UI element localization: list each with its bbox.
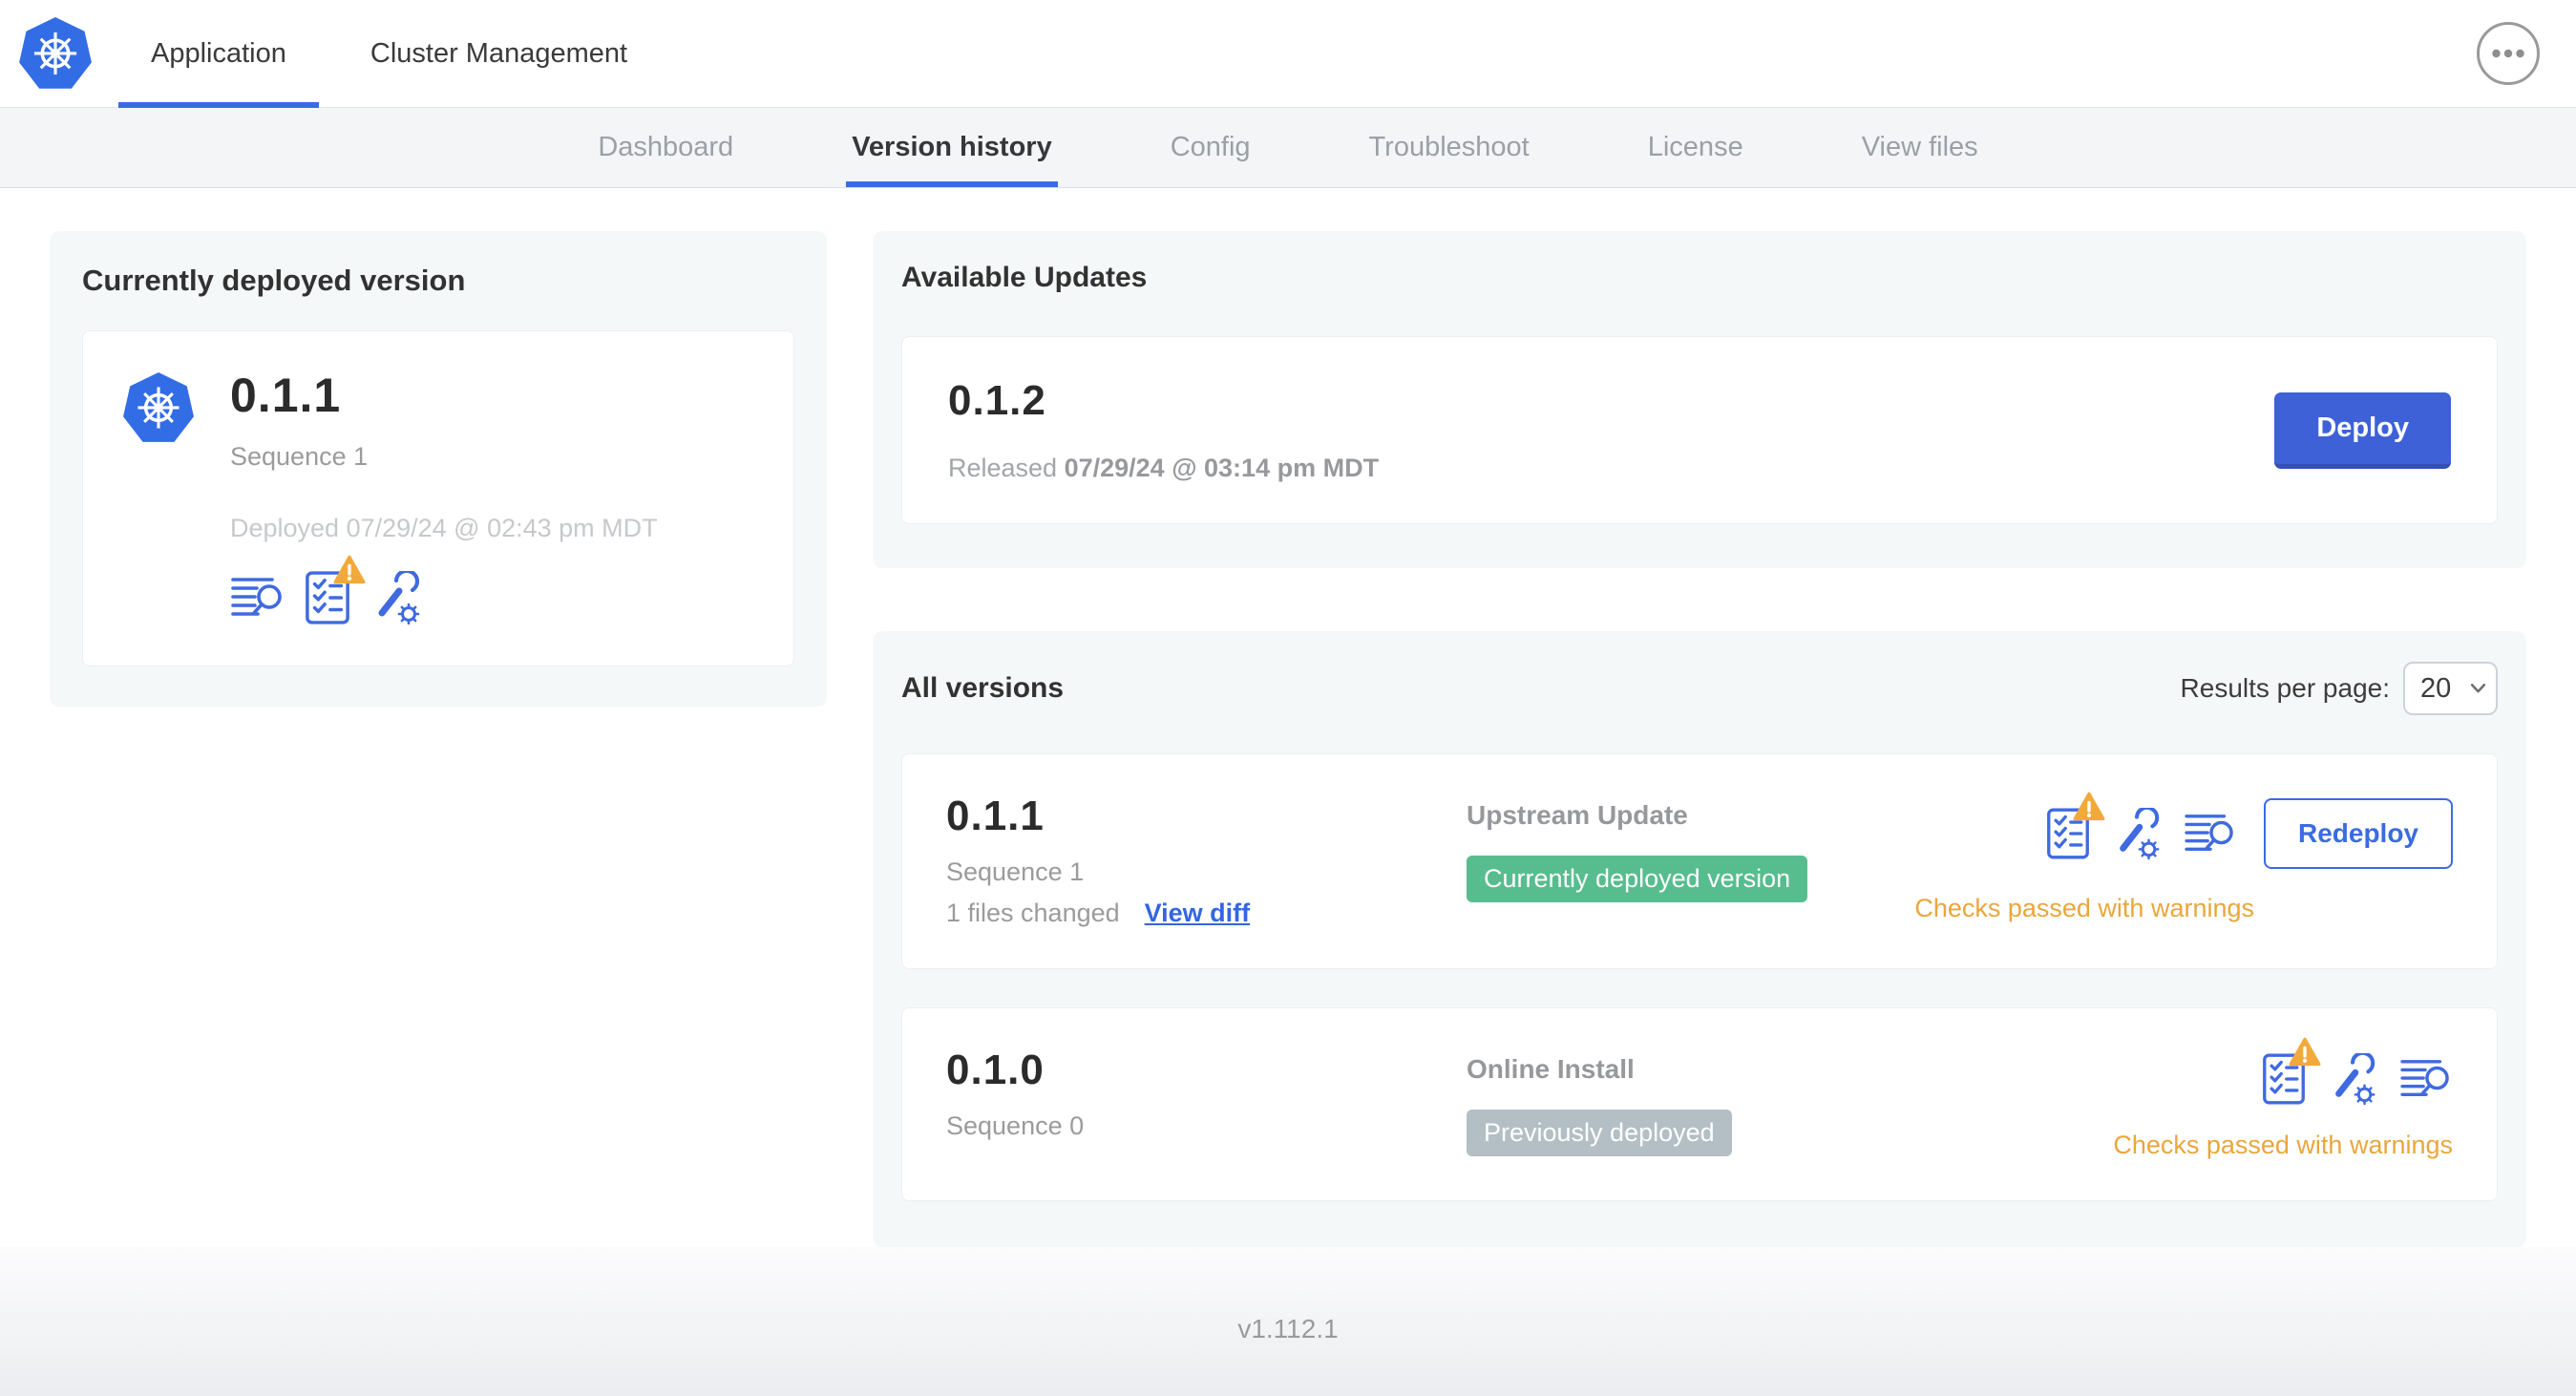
- tab-cluster-management[interactable]: Cluster Management: [328, 0, 669, 108]
- row-version-number: 0.1.1: [946, 793, 1045, 839]
- version-row-right: Redeploy Checks passed with warnings: [1914, 793, 2453, 923]
- preflight-checks-icon[interactable]: [2046, 807, 2090, 860]
- version-row-left: 0.1.1 Sequence 1 1 files changed View di…: [946, 793, 1467, 928]
- available-update-version: 0.1.2: [948, 377, 1046, 424]
- currently-deployed-badge: Currently deployed version: [1467, 856, 1808, 902]
- row-icons: [2046, 807, 2237, 860]
- tab-application[interactable]: Application: [109, 0, 328, 108]
- edit-config-icon[interactable]: [2327, 1053, 2378, 1105]
- main-content: Currently deployed version 0.1.1 Sequenc…: [0, 188, 2576, 1247]
- version-row-0-1-0: 0.1.0 Sequence 0 Online Install Previous…: [901, 1007, 2498, 1201]
- warning-triangle-icon: [333, 555, 366, 585]
- results-per-page-label: Results per page:: [2180, 673, 2390, 703]
- redeploy-button[interactable]: Redeploy: [2263, 798, 2453, 869]
- row-files-row: 1 files changed View diff: [946, 899, 1467, 928]
- current-version-details: 0.1.1 Sequence 1 Deployed 07/29/24 @ 02:…: [230, 368, 658, 625]
- current-version-deployed-date: Deployed 07/29/24 @ 02:43 pm MDT: [230, 514, 658, 542]
- row-sequence: Sequence 0: [946, 1111, 1085, 1140]
- deploy-button[interactable]: Deploy: [2274, 391, 2451, 469]
- subtab-config[interactable]: Config: [1111, 108, 1310, 187]
- version-row-middle: Online Install Previously deployed: [1467, 1047, 2113, 1156]
- subtab-config-label: Config: [1170, 132, 1251, 162]
- subtab-troubleshoot[interactable]: Troubleshoot: [1310, 108, 1589, 187]
- logs-icon-glyph: [2399, 1057, 2453, 1101]
- subtab-license[interactable]: License: [1589, 108, 1803, 187]
- row-actions: [2262, 1052, 2453, 1106]
- subtab-version-history[interactable]: Version history: [792, 108, 1111, 187]
- version-row-right: Checks passed with warnings: [2113, 1047, 2453, 1160]
- logs-icon[interactable]: [2399, 1057, 2453, 1101]
- right-column: Available Updates 0.1.2 Released 07/29/2…: [873, 231, 2526, 1247]
- edit-config-icon-glyph: [2327, 1053, 2378, 1105]
- tab-application-label: Application: [151, 37, 286, 69]
- overflow-menu-button[interactable]: [2475, 20, 2542, 87]
- row-files-changed: 1 files changed: [946, 899, 1120, 927]
- version-row-middle: Upstream Update Currently deployed versi…: [1467, 793, 1914, 902]
- logs-icon[interactable]: [230, 575, 285, 621]
- available-update-details: 0.1.2 Released 07/29/24 @ 03:14 pm MDT: [948, 377, 1379, 483]
- version-row-0-1-1: 0.1.1 Sequence 1 1 files changed View di…: [901, 753, 2498, 969]
- current-version-inner-card: 0.1.1 Sequence 1 Deployed 07/29/24 @ 02:…: [82, 330, 794, 666]
- current-version-icons: [230, 570, 658, 625]
- released-date: 07/29/24 @ 03:14 pm MDT: [1064, 454, 1380, 482]
- console-version: v1.112.1: [1237, 1314, 1339, 1343]
- edit-config-icon-glyph: [370, 571, 423, 624]
- edit-config-icon[interactable]: [2111, 808, 2163, 859]
- admin-console-page: Application Cluster Management Dashboard…: [0, 0, 2576, 1396]
- overflow-menu-icon: [2475, 20, 2542, 87]
- results-per-page-select-wrap: 20: [2403, 662, 2498, 715]
- top-nav: Application Cluster Management: [0, 0, 2576, 108]
- row-icons: [2262, 1052, 2453, 1106]
- subtab-license-label: License: [1647, 132, 1743, 162]
- current-version-number: 0.1.1: [230, 369, 342, 422]
- kubernetes-logo-icon: [17, 16, 94, 93]
- subtab-view-files-label: View files: [1861, 132, 1978, 162]
- view-diff-link[interactable]: View diff: [1145, 899, 1251, 928]
- results-per-page-select[interactable]: 20: [2403, 662, 2498, 715]
- logs-icon-glyph: [230, 575, 285, 621]
- all-versions-header: All versions Results per page: 20: [901, 662, 2498, 715]
- left-column: Currently deployed version 0.1.1 Sequenc…: [50, 231, 827, 707]
- previously-deployed-badge: Previously deployed: [1467, 1110, 1732, 1156]
- available-update-row: 0.1.2 Released 07/29/24 @ 03:14 pm MDT D…: [901, 336, 2498, 524]
- subtab-view-files[interactable]: View files: [1803, 108, 2038, 187]
- warning-triangle-icon: [2289, 1037, 2321, 1068]
- row-version-number: 0.1.0: [946, 1047, 1045, 1093]
- subtab-version-history-label: Version history: [852, 132, 1052, 162]
- logs-icon[interactable]: [2184, 812, 2237, 856]
- current-version-card: Currently deployed version 0.1.1 Sequenc…: [50, 231, 827, 707]
- current-version-sequence: Sequence 1: [230, 442, 369, 471]
- logs-icon-glyph: [2184, 812, 2237, 856]
- subtab-troubleshoot-label: Troubleshoot: [1368, 132, 1530, 162]
- preflight-checks-icon[interactable]: [2262, 1052, 2306, 1106]
- kubernetes-app-icon: [121, 371, 196, 446]
- warning-triangle-icon: [2073, 792, 2105, 822]
- version-row-left: 0.1.0 Sequence 0: [946, 1047, 1467, 1141]
- subtab-dashboard[interactable]: Dashboard: [538, 108, 792, 187]
- checks-status[interactable]: Checks passed with warnings: [1914, 894, 2254, 923]
- all-versions-card: All versions Results per page: 20 0.1.1 …: [873, 631, 2526, 1247]
- footer: v1.112.1: [0, 1247, 2576, 1396]
- edit-config-icon-glyph: [2111, 808, 2163, 859]
- preflight-checks-icon[interactable]: [305, 570, 350, 625]
- tab-cluster-management-label: Cluster Management: [370, 37, 628, 69]
- available-updates-card: Available Updates 0.1.2 Released 07/29/2…: [873, 231, 2526, 568]
- released-prefix: Released: [948, 454, 1058, 482]
- all-versions-title: All versions: [901, 672, 1065, 704]
- available-updates-title: Available Updates: [901, 262, 1148, 293]
- edit-config-icon[interactable]: [370, 571, 423, 624]
- subtab-dashboard-label: Dashboard: [598, 132, 734, 162]
- top-nav-tabs: Application Cluster Management: [109, 0, 669, 108]
- sub-nav: Dashboard Version history Config Trouble…: [0, 108, 2576, 188]
- row-source: Online Install: [1467, 1054, 1635, 1084]
- checks-status[interactable]: Checks passed with warnings: [2113, 1131, 2453, 1160]
- results-per-page: Results per page: 20: [2181, 662, 2498, 715]
- current-version-title: Currently deployed version: [82, 264, 466, 297]
- row-actions: Redeploy: [2046, 798, 2453, 869]
- row-sequence: Sequence 1: [946, 857, 1085, 886]
- row-source: Upstream Update: [1467, 800, 1688, 830]
- current-version-row: 0.1.1 Sequence 1 Deployed 07/29/24 @ 02:…: [121, 368, 755, 625]
- available-update-released: Released 07/29/24 @ 03:14 pm MDT: [948, 454, 1379, 483]
